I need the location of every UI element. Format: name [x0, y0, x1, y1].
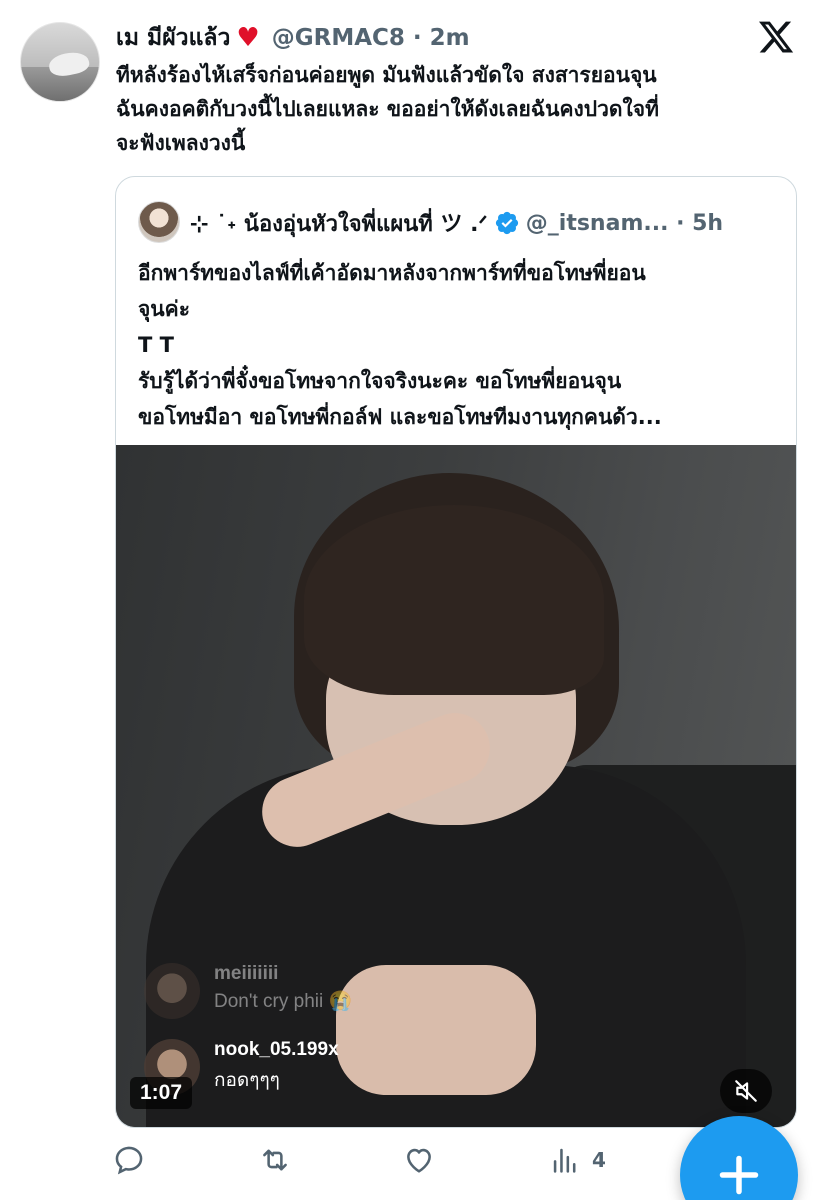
reply-icon	[115, 1146, 143, 1175]
quoted-tweet[interactable]: ⊹ ˙˖ น้องอุ่นหัวใจพี่แผนที่ ツ .ᐟ @_itsna…	[115, 176, 797, 1128]
compose-button[interactable]	[680, 1116, 798, 1200]
quoted-author-avatar[interactable]	[138, 201, 180, 243]
mute-button[interactable]	[720, 1069, 772, 1113]
comment-username: nook_05.199x	[214, 1039, 339, 1060]
retweet-icon	[263, 1149, 287, 1171]
reply-button[interactable]	[112, 1140, 156, 1180]
author-avatar[interactable]	[20, 22, 100, 102]
comment-body: meiiiiiii Don't cry phii 😭	[214, 963, 352, 1019]
comment-message: Don't cry phii 😭	[214, 991, 353, 1012]
plus-icon	[719, 1155, 759, 1195]
views-count: 4	[592, 1148, 606, 1172]
like-icon	[407, 1148, 431, 1173]
comment-message: กอดๆๆๆ	[214, 1070, 280, 1091]
retweet-button[interactable]	[258, 1140, 302, 1180]
comment-username: meiiiiiii	[214, 963, 279, 984]
comment-avatar	[144, 963, 200, 1019]
live-comment: meiiiiiii Don't cry phii 😭	[144, 963, 352, 1019]
quoted-handle-time[interactable]: @_itsnam... · 5h	[526, 211, 723, 236]
heart-emoji: ♥	[236, 23, 260, 53]
tweet-actions: 4	[112, 1140, 652, 1180]
quoted-tweet-text: อีกพาร์ทของไลฟ์ที่เค้าอัดมาหลังจากพาร์ทท…	[138, 261, 662, 429]
quoted-tweet-header: ⊹ ˙˖ น้องอุ่นหัวใจพี่แผนที่ ツ .ᐟ @_itsna…	[190, 203, 723, 243]
tweet[interactable]: เม มีผัวแล้ว ♥ @GRMAC8 · 2m ทีหลังร้องไห…	[0, 0, 816, 1200]
tweet-header: เม มีผัวแล้ว ♥ @GRMAC8 · 2m	[116, 20, 470, 56]
quoted-display-name[interactable]: ⊹ ˙˖ น้องอุ่นหัวใจพี่แผนที่ ツ .ᐟ	[190, 206, 488, 241]
author-handle-time[interactable]: @GRMAC8 · 2m	[272, 25, 470, 51]
video-duration: 1:07	[130, 1077, 193, 1109]
views-button[interactable]: 4	[548, 1140, 606, 1180]
author-display-name[interactable]: เม มีผัวแล้ว	[116, 20, 230, 56]
views-icon	[553, 1148, 576, 1173]
like-button[interactable]	[402, 1140, 446, 1180]
tweet-text: ทีหลังร้องไห้เสร็จก่อนค่อยพูด มันฟังแล้ว…	[116, 63, 659, 155]
verified-badge-icon	[495, 211, 518, 235]
video-player[interactable]: meiiiiiii Don't cry phii 😭 nook_05.199x …	[116, 445, 796, 1127]
video-hand-lower	[336, 965, 536, 1095]
x-logo-icon	[758, 21, 794, 53]
video-fringe	[304, 505, 604, 695]
mute-icon	[735, 1080, 757, 1102]
comment-body: nook_05.199x กอดๆๆๆ	[214, 1039, 339, 1095]
